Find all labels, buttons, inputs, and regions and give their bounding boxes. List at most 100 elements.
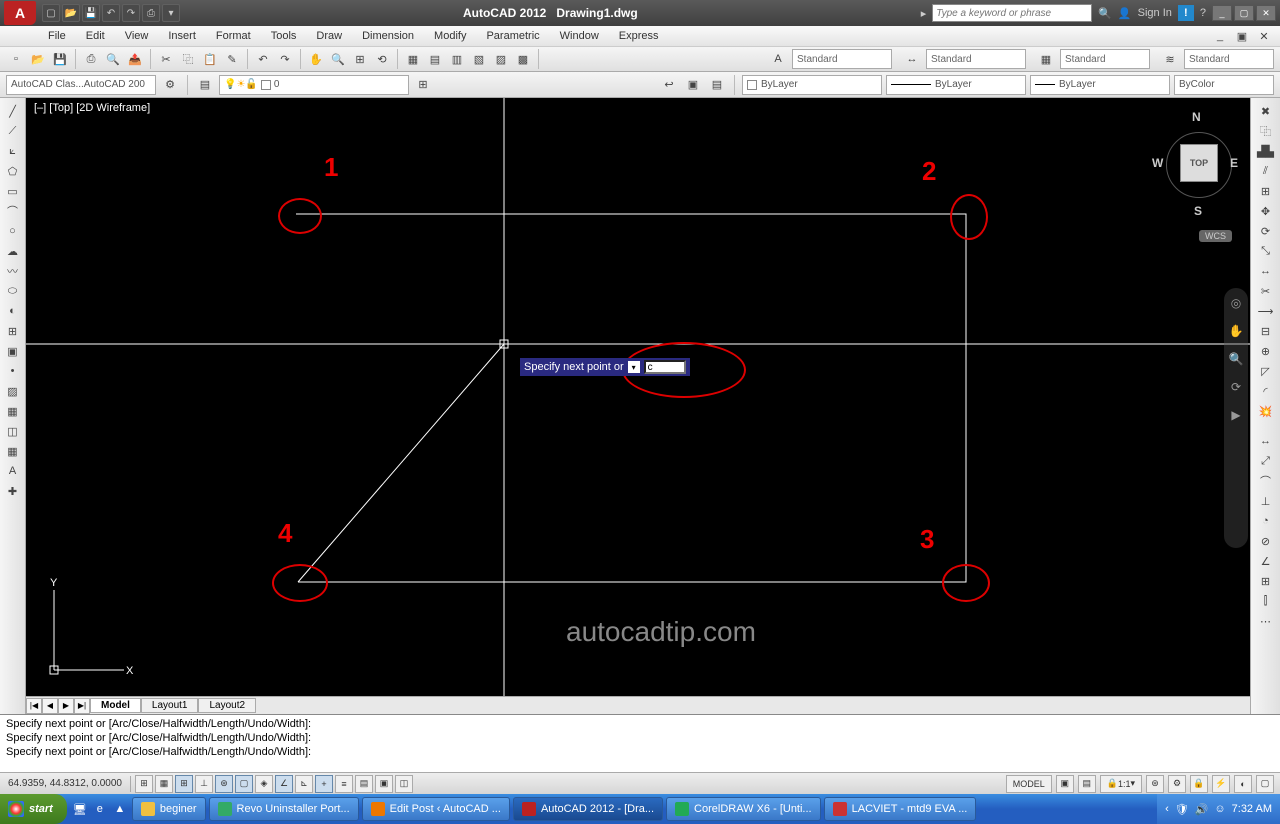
mtext-icon[interactable]: A: [3, 462, 23, 480]
ql-vlc-icon[interactable]: ▲: [111, 800, 129, 818]
wcs-badge[interactable]: WCS: [1199, 230, 1232, 242]
rotate-icon[interactable]: ⟳: [1256, 222, 1276, 240]
sheet-set-icon[interactable]: ▧: [469, 49, 489, 69]
app-logo[interactable]: A: [4, 1, 36, 25]
viewcube-s[interactable]: S: [1194, 204, 1202, 218]
layer-walk-icon[interactable]: ▤: [707, 75, 727, 95]
snap-toggle[interactable]: ▦: [155, 775, 173, 793]
tray-clock[interactable]: 7:32 AM: [1232, 803, 1272, 815]
ducs-toggle[interactable]: ⊾: [295, 775, 313, 793]
model-space-button[interactable]: MODEL: [1006, 775, 1052, 793]
doc-close-button[interactable]: ✕: [1254, 26, 1274, 46]
taskbar-item-3[interactable]: AutoCAD 2012 - [Dra...: [513, 797, 663, 821]
quickview-drawings-icon[interactable]: ▤: [1078, 775, 1096, 793]
viewcube-n[interactable]: N: [1192, 110, 1201, 124]
match-icon[interactable]: ✎: [222, 49, 242, 69]
ortho-toggle[interactable]: ⊥: [195, 775, 213, 793]
nav-pan-icon[interactable]: ✋: [1227, 322, 1245, 340]
tray-expand-icon[interactable]: ‹: [1165, 803, 1169, 815]
dim-style-icon[interactable]: ↔: [902, 49, 922, 69]
cut-icon[interactable]: ✂: [156, 49, 176, 69]
zoom-prev-icon[interactable]: ⟲: [372, 49, 392, 69]
qat-save-icon[interactable]: 💾: [82, 4, 100, 22]
qat-dropdown-icon[interactable]: ▾: [162, 4, 180, 22]
tab-layout1[interactable]: Layout1: [141, 698, 199, 713]
dim-baseline-icon[interactable]: ⫿: [1256, 592, 1276, 610]
tray-smiley-icon[interactable]: ☺: [1214, 803, 1225, 815]
nav-wheel-icon[interactable]: ◎: [1227, 294, 1245, 312]
circle-icon[interactable]: ○: [3, 222, 23, 240]
close-button[interactable]: ✕: [1256, 5, 1276, 21]
dim-radius-icon[interactable]: ◔: [1256, 512, 1276, 530]
workspace-switch-icon[interactable]: ⚙: [1168, 775, 1186, 793]
ellipse-icon[interactable]: ⬭: [3, 282, 23, 300]
properties-icon[interactable]: ▦: [403, 49, 423, 69]
print-icon[interactable]: ⎙: [81, 49, 101, 69]
save-icon[interactable]: 💾: [50, 49, 70, 69]
viewcube-e[interactable]: E: [1230, 156, 1238, 170]
xline-icon[interactable]: ⟋: [3, 122, 23, 140]
workspace-gear-icon[interactable]: ⚙: [160, 75, 180, 95]
taskbar-item-4[interactable]: CorelDRAW X6 - [Unti...: [666, 797, 821, 821]
signin-icon[interactable]: 👤: [1118, 7, 1132, 20]
help-icon[interactable]: ?: [1200, 7, 1206, 19]
menu-format[interactable]: Format: [206, 28, 261, 44]
rectangle-icon[interactable]: ▭: [3, 182, 23, 200]
redo-icon[interactable]: ↷: [275, 49, 295, 69]
spline-icon[interactable]: 〰: [3, 262, 23, 280]
arc-icon[interactable]: ⌒: [3, 202, 23, 220]
table-style-combo[interactable]: Standard: [1060, 49, 1150, 69]
open-icon[interactable]: 📂: [28, 49, 48, 69]
stretch-icon[interactable]: ↔: [1256, 262, 1276, 280]
start-button[interactable]: start: [0, 794, 67, 824]
viewcube-w[interactable]: W: [1152, 156, 1163, 170]
3dosnap-toggle[interactable]: ◈: [255, 775, 273, 793]
tray-volume-icon[interactable]: 🔊: [1195, 803, 1209, 816]
qat-new-icon[interactable]: ▢: [42, 4, 60, 22]
menu-dimension[interactable]: Dimension: [352, 28, 424, 44]
layer-combo[interactable]: 💡 ☀ 🔓 0: [219, 75, 409, 95]
menu-window[interactable]: Window: [550, 28, 609, 44]
line-icon[interactable]: ╱: [3, 102, 23, 120]
qat-print-icon[interactable]: ⎙: [142, 4, 160, 22]
dim-angular-icon[interactable]: ∠: [1256, 552, 1276, 570]
offset-icon[interactable]: ⫽: [1256, 162, 1276, 180]
move-icon[interactable]: ✥: [1256, 202, 1276, 220]
layer-states-icon[interactable]: ⊞: [413, 75, 433, 95]
publish-icon[interactable]: 📤: [125, 49, 145, 69]
plotstyle-combo[interactable]: ByColor: [1174, 75, 1274, 95]
chamfer-icon[interactable]: ◸: [1256, 362, 1276, 380]
undo-icon[interactable]: ↶: [253, 49, 273, 69]
dim-style-combo[interactable]: Standard: [926, 49, 1026, 69]
dcenter-icon[interactable]: ▤: [425, 49, 445, 69]
clean-screen-icon[interactable]: ▢: [1256, 775, 1274, 793]
tab-last-icon[interactable]: ▶|: [74, 698, 90, 714]
tool-palette-icon[interactable]: ▥: [447, 49, 467, 69]
dim-quick-icon[interactable]: ⊞: [1256, 572, 1276, 590]
ml-style-icon[interactable]: ≋: [1160, 49, 1180, 69]
nav-orbit-icon[interactable]: ⟳: [1227, 378, 1245, 396]
qp-toggle[interactable]: ▣: [375, 775, 393, 793]
tpy-toggle[interactable]: ▤: [355, 775, 373, 793]
extend-icon[interactable]: ⟶: [1256, 302, 1276, 320]
layer-prev-icon[interactable]: ↩: [659, 75, 679, 95]
menu-view[interactable]: View: [115, 28, 159, 44]
nav-showmotion-icon[interactable]: ▶: [1227, 406, 1245, 424]
erase-icon[interactable]: ✖: [1256, 102, 1276, 120]
qat-undo-icon[interactable]: ↶: [102, 4, 120, 22]
break-icon[interactable]: ⊟: [1256, 322, 1276, 340]
search-input[interactable]: [932, 4, 1092, 22]
layer-iso-icon[interactable]: ▣: [683, 75, 703, 95]
prompt-dropdown-icon[interactable]: ▾: [628, 361, 640, 373]
text-style-icon[interactable]: A: [768, 49, 788, 69]
dim-diameter-icon[interactable]: ⊘: [1256, 532, 1276, 550]
menu-parametric[interactable]: Parametric: [476, 28, 549, 44]
layer-manager-icon[interactable]: ▤: [195, 75, 215, 95]
color-combo[interactable]: ByLayer: [742, 75, 882, 95]
ml-style-combo[interactable]: Standard: [1184, 49, 1274, 69]
copy-icon[interactable]: ⿻: [178, 49, 198, 69]
new-icon[interactable]: ▫: [6, 49, 26, 69]
toolbar-lock-icon[interactable]: 🔒: [1190, 775, 1208, 793]
osnap-toggle[interactable]: ▢: [235, 775, 253, 793]
text-style-combo[interactable]: Standard: [792, 49, 892, 69]
